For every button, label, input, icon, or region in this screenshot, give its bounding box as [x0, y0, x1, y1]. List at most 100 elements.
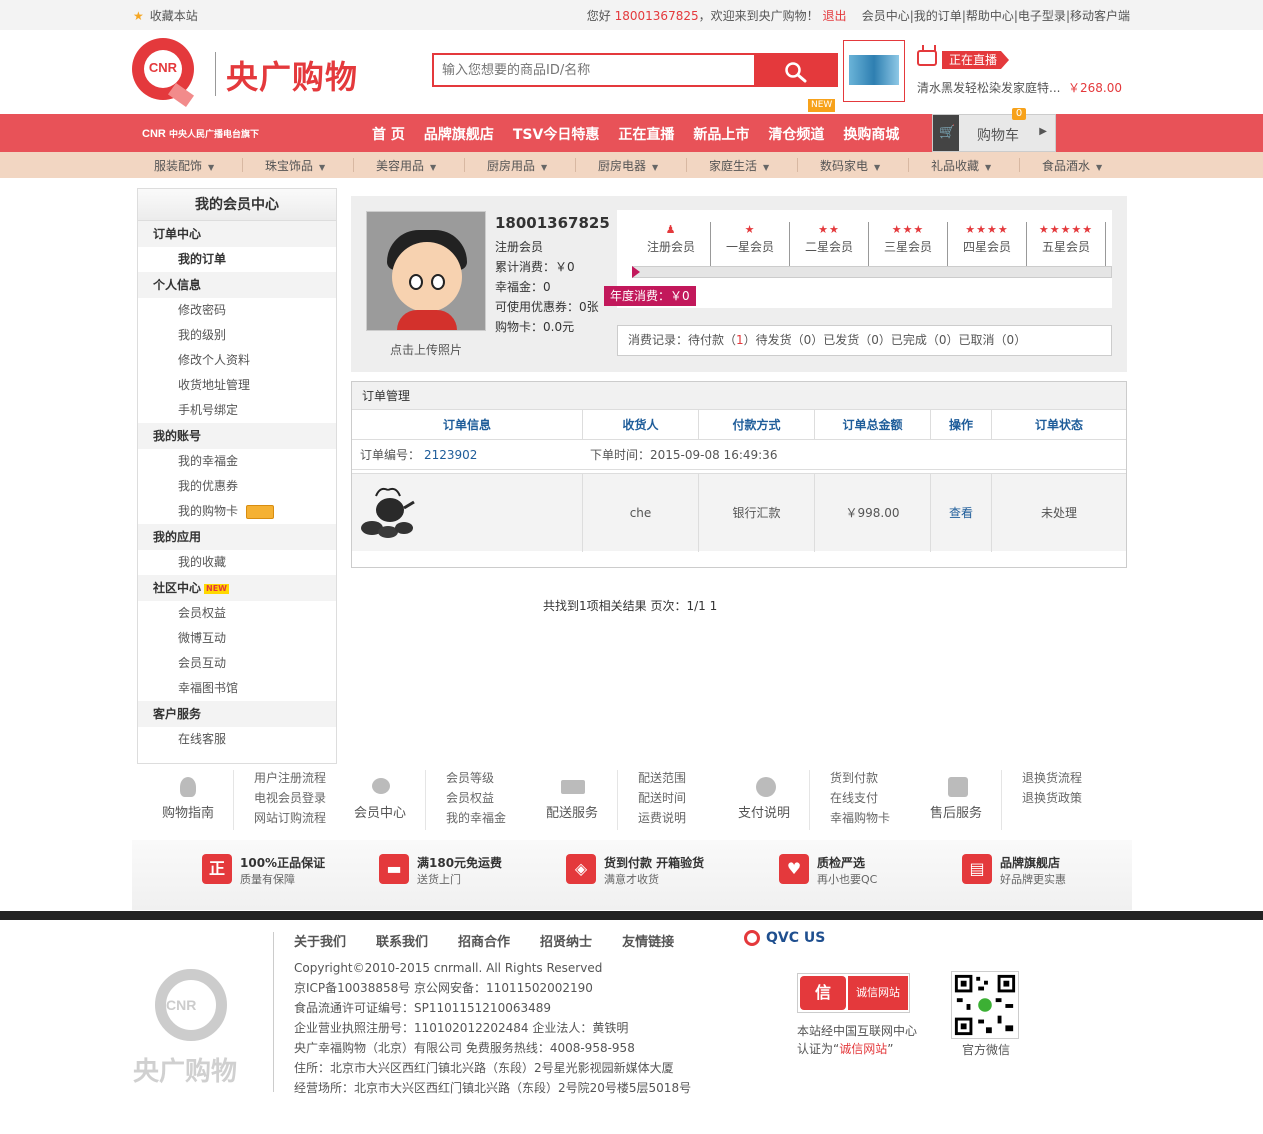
nav-item-clearance[interactable]: 清仓频道: [768, 124, 824, 144]
nav-item-exchange[interactable]: 换购商城: [843, 124, 899, 144]
sidebar-item-edit-profile[interactable]: 修改个人资料: [138, 348, 336, 373]
help-title-delivery[interactable]: 配送服务: [546, 802, 598, 821]
sidebar-item-member-rights[interactable]: 会员权益: [138, 601, 336, 626]
divider: [686, 158, 687, 172]
sidebar-item-happiness-fund[interactable]: 我的幸福金: [138, 449, 336, 474]
sidebar-group-title: 我的应用: [138, 524, 336, 550]
help-link[interactable]: 电视会员登录: [254, 788, 326, 808]
footer-info: Copyright©2010-2015 cnrmall. All Rights …: [294, 961, 692, 1095]
cart-count-badge: 0: [1012, 108, 1026, 120]
sidebar-item-address[interactable]: 收货地址管理: [138, 373, 336, 398]
category-item[interactable]: 美容用品 ▼: [376, 157, 436, 174]
help-link[interactable]: 会员等级: [446, 768, 506, 788]
live-product-name[interactable]: 清水黑发轻松染发家庭特...: [917, 79, 1060, 96]
category-item[interactable]: 服装配饰 ▼: [154, 157, 214, 174]
user-phone: 18001367825: [614, 9, 699, 23]
sidebar-item-member-interaction[interactable]: 会员互动: [138, 651, 336, 676]
search-button[interactable]: [754, 55, 836, 85]
top-link-catalog[interactable]: 电子型录: [1018, 9, 1066, 23]
qvc-link[interactable]: QVC US: [744, 930, 825, 946]
nav-item-tsv[interactable]: TSV今日特惠: [513, 124, 599, 144]
nav-item-brand-store[interactable]: 品牌旗舰店: [424, 124, 494, 144]
help-links-member: 会员等级 会员权益 我的幸福金: [446, 768, 506, 828]
live-tag[interactable]: 正在直播: [942, 51, 1010, 69]
logout-link[interactable]: 退出: [822, 9, 846, 23]
trust-icon: 信: [800, 976, 846, 1010]
help-links-after-sales: 退换货流程 退换货政策: [1022, 768, 1082, 808]
chevron-down-icon: ▼: [319, 163, 326, 172]
category-item[interactable]: 数码家电 ▼: [820, 157, 880, 174]
category-item[interactable]: 礼品收藏 ▼: [931, 157, 991, 174]
sidebar-item-my-orders[interactable]: 我的订单: [138, 247, 336, 272]
chevron-down-icon: ▼: [1096, 163, 1103, 172]
help-link[interactable]: 用户注册流程: [254, 768, 326, 788]
help-link[interactable]: 会员权益: [446, 788, 506, 808]
help-title-member[interactable]: 会员中心: [354, 802, 406, 821]
nav-item-new[interactable]: 新品上市: [693, 124, 749, 144]
site-logo[interactable]: CNR 央广购物: [132, 38, 382, 108]
upload-photo-link[interactable]: 点击上传照片: [366, 341, 486, 358]
pending-count[interactable]: 1: [736, 333, 744, 347]
pagination[interactable]: 共找到1项相关结果 页次：1/1 1: [543, 597, 717, 614]
divider: [233, 770, 234, 830]
trust-badge[interactable]: 信 诚信网站: [797, 973, 910, 1013]
footer-link-jobs[interactable]: 招贤纳士: [540, 935, 592, 950]
category-item[interactable]: 食品酒水 ▼: [1042, 157, 1102, 174]
top-link-member-center[interactable]: 会员中心: [862, 9, 910, 23]
top-link-mobile[interactable]: 移动客户端: [1070, 9, 1130, 23]
cart-button[interactable]: 🛒 购物车 ▶: [932, 114, 1056, 152]
help-link[interactable]: 在线支付: [830, 788, 890, 808]
sidebar-item-coupons[interactable]: 我的优惠券: [138, 474, 336, 499]
help-link[interactable]: 货到付款: [830, 768, 890, 788]
help-link[interactable]: 退换货流程: [1022, 768, 1082, 788]
heart-icon: ♥: [779, 854, 809, 884]
page: ★ 收藏本站 您好 18001367825，欢迎来到央广购物！ 退出 会员中心|我…: [0, 0, 1263, 1134]
help-title-guide[interactable]: 购物指南: [162, 802, 214, 821]
help-link[interactable]: 我的幸福金: [446, 808, 506, 828]
live-product-price: ￥268.00: [1068, 81, 1122, 95]
help-links-guide: 用户注册流程 电视会员登录 网站订购流程: [254, 768, 326, 828]
chevron-down-icon: ▼: [874, 163, 881, 172]
search-input[interactable]: [434, 55, 754, 85]
help-link[interactable]: 配送范围: [638, 768, 686, 788]
consumption-records: 消费记录：待付款（1）待发货（0）已发货（0）已完成（0）已取消（0）: [617, 325, 1112, 356]
footer-link-business[interactable]: 招商合作: [458, 935, 510, 950]
nav-item-live[interactable]: 正在直播: [618, 124, 674, 144]
avatar[interactable]: [366, 211, 486, 331]
top-link-help[interactable]: 帮助中心: [966, 9, 1014, 23]
category-item[interactable]: 家庭生活 ▼: [709, 157, 769, 174]
favorite-link[interactable]: ★ 收藏本站: [133, 7, 198, 24]
sidebar-item-online-service[interactable]: 在线客服: [138, 727, 336, 752]
table-row: che 银行汇款 ￥998.00 查看 未处理: [352, 473, 1126, 552]
product-thumbnail[interactable]: [358, 484, 418, 542]
sidebar-item-weibo[interactable]: 微博互动: [138, 626, 336, 651]
top-link-my-orders[interactable]: 我的订单: [914, 9, 962, 23]
footer-link-about[interactable]: 关于我们: [294, 935, 346, 950]
sidebar-item-change-password[interactable]: 修改密码: [138, 298, 336, 323]
help-link[interactable]: 运费说明: [638, 808, 686, 828]
category-item[interactable]: 厨房用品 ▼: [487, 157, 547, 174]
order-number[interactable]: 2123902: [424, 440, 477, 470]
divider: [353, 158, 354, 172]
sidebar-group-title: 客户服务: [138, 701, 336, 727]
help-title-after-sales[interactable]: 售后服务: [930, 802, 982, 821]
help-link[interactable]: 退换货政策: [1022, 788, 1082, 808]
sidebar-item-phone-binding[interactable]: 手机号绑定: [138, 398, 336, 423]
help-link[interactable]: 幸福购物卡: [830, 808, 890, 828]
sidebar-item-library[interactable]: 幸福图书馆: [138, 676, 336, 701]
sidebar-item-favorites[interactable]: 我的收藏: [138, 550, 336, 575]
category-item[interactable]: 珠宝饰品 ▼: [265, 157, 325, 174]
chevron-down-icon: ▼: [208, 163, 215, 172]
footer-link-friends[interactable]: 友情链接: [622, 935, 674, 950]
view-order-link[interactable]: 查看: [931, 474, 992, 552]
sidebar-item-my-level[interactable]: 我的级别: [138, 323, 336, 348]
help-link[interactable]: 网站订购流程: [254, 808, 326, 828]
sidebar-item-gift-card[interactable]: 我的购物卡: [138, 499, 336, 524]
nav-item-home[interactable]: 首 页: [372, 124, 405, 144]
footer-link-contact[interactable]: 联系我们: [376, 935, 428, 950]
help-title-payment[interactable]: 支付说明: [738, 802, 790, 821]
help-link[interactable]: 配送时间: [638, 788, 686, 808]
live-product-thumbnail[interactable]: [843, 40, 905, 102]
category-item[interactable]: 厨房电器 ▼: [598, 157, 658, 174]
footer-divider: [0, 911, 1263, 920]
